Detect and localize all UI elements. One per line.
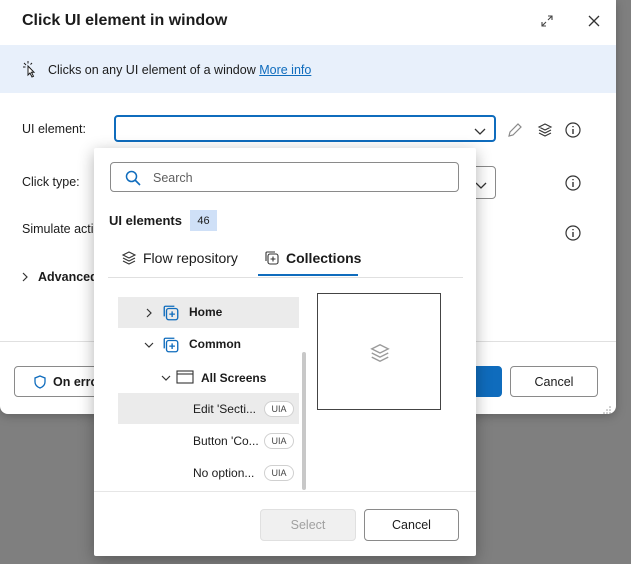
tree-scrollbar[interactable] xyxy=(302,352,306,490)
cancel-label: Cancel xyxy=(534,374,574,389)
collection-icon xyxy=(163,305,179,321)
select-label: Select xyxy=(290,518,326,532)
search-icon xyxy=(125,170,141,191)
click-type-label: Click type: xyxy=(22,175,80,189)
chevron-right-icon xyxy=(146,308,152,318)
chevron-right-icon xyxy=(22,272,28,282)
chevron-down-icon xyxy=(161,375,171,381)
uia-badge: UIA xyxy=(264,433,294,449)
chevron-down-icon xyxy=(144,342,154,348)
tab-collections-label: Collections xyxy=(286,250,362,266)
tree-item-all-screens[interactable]: All Screens xyxy=(118,362,299,393)
info-icon[interactable] xyxy=(563,173,583,193)
element-preview-pane xyxy=(317,293,441,410)
uia-badge: UIA xyxy=(264,401,294,417)
element-label: No option... xyxy=(193,466,255,480)
dialog-title: Click UI element in window xyxy=(22,12,228,29)
cancel-label: Cancel xyxy=(392,518,431,532)
tree-item-label: Common xyxy=(189,337,241,351)
select-button[interactable]: Select xyxy=(260,509,356,541)
info-text-line: Clicks on any UI element of a window Mor… xyxy=(48,63,311,77)
popup-footer-divider xyxy=(94,491,476,492)
pencil-icon[interactable] xyxy=(505,120,525,140)
element-row[interactable]: Edit 'Secti... UIA xyxy=(118,393,299,424)
close-icon[interactable] xyxy=(584,11,604,31)
element-row[interactable]: Button 'Co... UIA xyxy=(118,425,299,456)
on-error-button[interactable]: On erro xyxy=(14,366,104,397)
ui-elements-picker: Search UI elements 46 Flow repository Co… xyxy=(94,148,476,556)
on-error-label: On erro xyxy=(53,374,99,389)
element-label: Edit 'Secti... xyxy=(193,402,256,416)
element-row[interactable]: No option... UIA xyxy=(118,457,299,488)
info-text: Clicks on any UI element of a window xyxy=(48,63,256,77)
layers-icon xyxy=(121,251,137,265)
advanced-label: Advanced xyxy=(38,270,98,284)
expand-icon[interactable] xyxy=(537,11,557,31)
simulate-action-label: Simulate actio xyxy=(22,222,101,236)
tab-flow-repository-label: Flow repository xyxy=(143,250,238,266)
chevron-down-icon xyxy=(475,177,487,195)
tab-flow-repository[interactable]: Flow repository xyxy=(121,250,238,266)
popup-cancel-button[interactable]: Cancel xyxy=(364,509,459,541)
count-badge: 46 xyxy=(190,210,217,231)
dialog-cancel-button[interactable]: Cancel xyxy=(510,366,598,397)
ui-element-dropdown[interactable] xyxy=(114,115,496,142)
tab-collections[interactable]: Collections xyxy=(264,250,361,266)
ui-element-label: UI element: xyxy=(22,122,86,136)
layers-icon xyxy=(370,343,390,363)
more-info-link[interactable]: More info xyxy=(259,63,311,77)
advanced-toggle[interactable]: Advanced xyxy=(20,270,98,284)
tree-item-label: All Screens xyxy=(201,371,267,385)
shield-icon xyxy=(34,374,46,389)
ui-elements-heading: UI elements xyxy=(109,213,182,228)
tabs-divider xyxy=(108,277,463,278)
tree-item-label: Home xyxy=(189,305,223,319)
search-input[interactable]: Search xyxy=(110,162,459,192)
layers-icon[interactable] xyxy=(535,120,555,140)
info-icon[interactable] xyxy=(563,120,583,140)
search-placeholder: Search xyxy=(153,171,193,185)
window-icon xyxy=(176,370,194,384)
element-label: Button 'Co... xyxy=(193,434,259,448)
tree-item-home[interactable]: Home xyxy=(118,297,299,328)
collection-icon xyxy=(163,337,179,353)
uia-badge: UIA xyxy=(264,465,294,481)
active-tab-indicator xyxy=(258,274,358,276)
resize-grip-icon[interactable] xyxy=(602,402,612,420)
collection-add-icon xyxy=(265,251,279,265)
click-pointer-icon xyxy=(22,61,38,84)
tree-item-common[interactable]: Common xyxy=(118,329,299,360)
info-icon[interactable] xyxy=(563,223,583,243)
chevron-down-icon xyxy=(474,123,486,141)
